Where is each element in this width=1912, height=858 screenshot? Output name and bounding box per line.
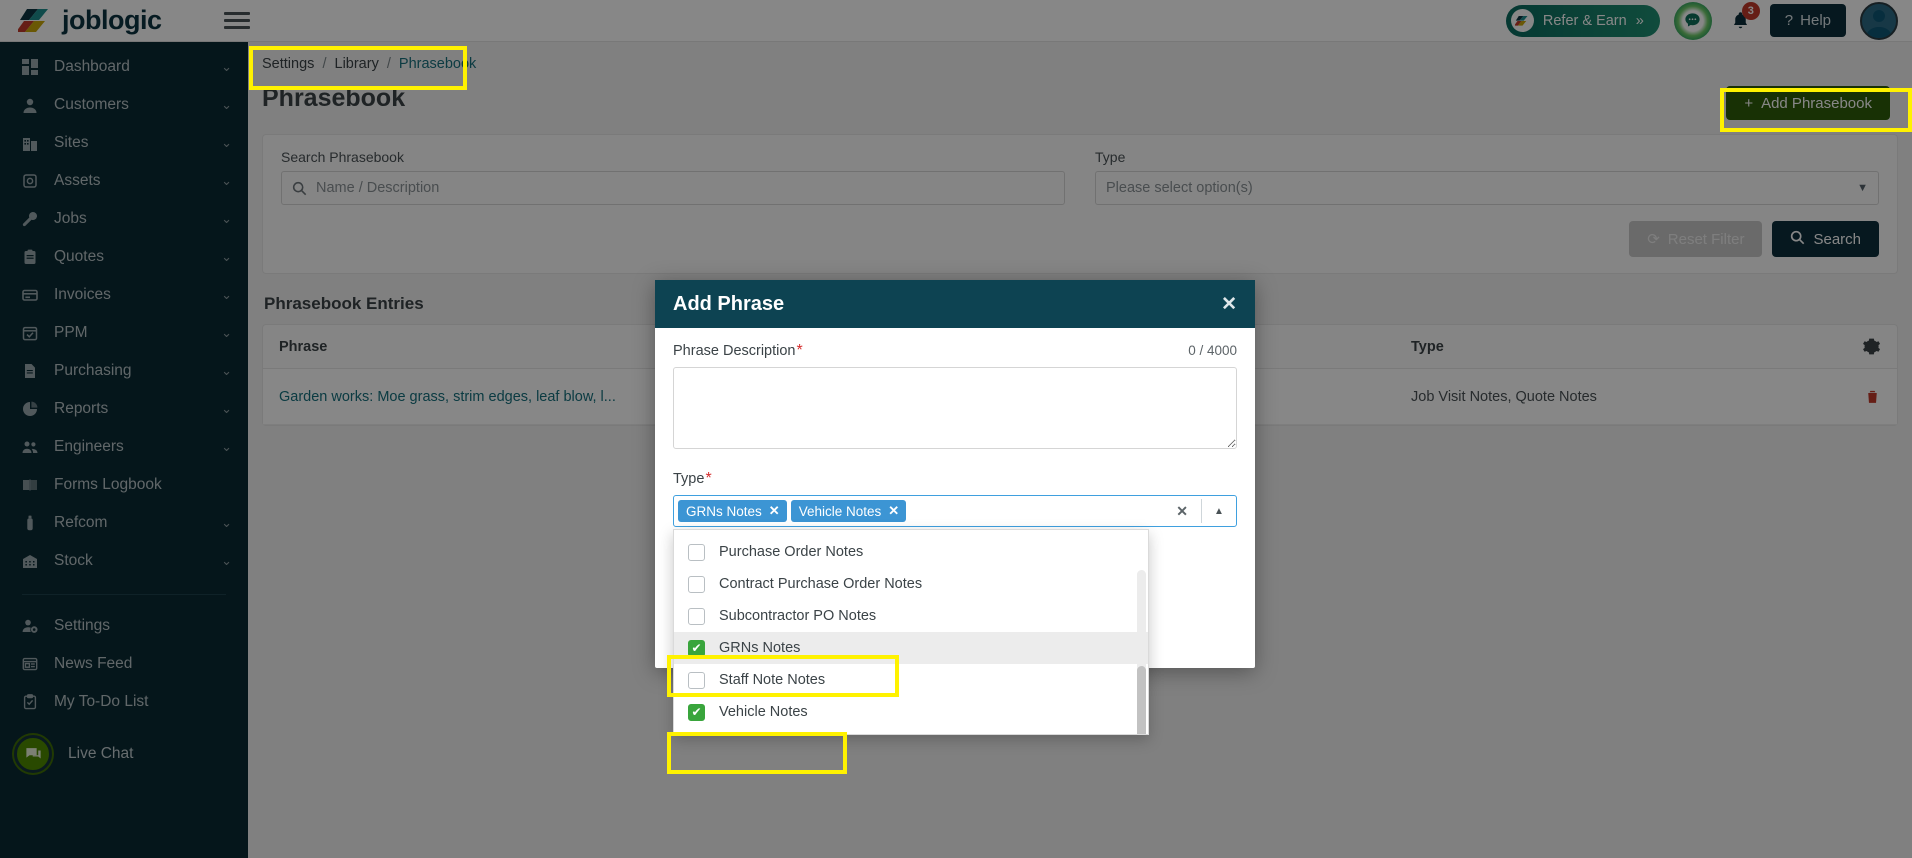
- type-multiselect: GRNs Notes ✕ Vehicle Notes ✕ ✕ ▲ Purchas…: [673, 495, 1237, 735]
- option-label: Contract Purchase Order Notes: [719, 576, 923, 592]
- add-phrase-modal: Add Phrase ✕ Phrase Description * 0 / 40…: [655, 280, 1255, 735]
- checkbox-checked-icon[interactable]: [688, 639, 705, 657]
- option-staff-note-notes[interactable]: Staff Note Notes: [674, 664, 1148, 696]
- chip-grns-notes: GRNs Notes ✕: [678, 500, 787, 522]
- type-label-row: Type *: [673, 470, 1237, 488]
- modal-header: Add Phrase ✕: [655, 280, 1255, 328]
- checkbox-icon[interactable]: [688, 671, 705, 689]
- type-options-dropdown: Purchase Order Notes Contract Purchase O…: [673, 529, 1149, 735]
- required-asterisk: *: [796, 342, 803, 359]
- option-label: GRNs Notes: [719, 640, 801, 656]
- option-contract-purchase-order-notes[interactable]: Contract Purchase Order Notes: [674, 568, 1148, 600]
- option-grns-notes[interactable]: GRNs Notes: [674, 632, 1148, 664]
- option-label: Subcontractor PO Notes: [719, 608, 877, 624]
- option-subcontractor-po-notes[interactable]: Subcontractor PO Notes: [674, 600, 1148, 632]
- dropdown-scrollbar[interactable]: [1137, 570, 1146, 734]
- option-label: Vehicle Notes: [719, 704, 808, 720]
- checkbox-icon[interactable]: [688, 607, 705, 625]
- option-vehicle-notes[interactable]: Vehicle Notes: [674, 696, 1148, 728]
- option-label: Purchase Order Notes: [719, 544, 864, 560]
- required-asterisk: *: [705, 470, 712, 487]
- chevron-up-icon[interactable]: ▲: [1206, 506, 1232, 517]
- chip-label: GRNs Notes: [686, 503, 762, 519]
- chip-remove-icon[interactable]: ✕: [769, 503, 780, 519]
- option-label: Staff Note Notes: [719, 672, 826, 688]
- dropdown-scrollbar-thumb[interactable]: [1137, 666, 1146, 734]
- checkbox-icon[interactable]: [688, 575, 705, 593]
- checkbox-checked-icon[interactable]: [688, 703, 705, 721]
- checkbox-icon[interactable]: [688, 543, 705, 561]
- option-purchase-order-notes[interactable]: Purchase Order Notes: [674, 536, 1148, 568]
- modal-title: Add Phrase: [673, 292, 785, 315]
- clear-all-icon[interactable]: ✕: [1167, 503, 1197, 520]
- modal-body: Phrase Description * 0 / 4000 Type * GRN…: [655, 328, 1255, 735]
- character-counter: 0 / 4000: [1188, 343, 1237, 358]
- chip-label: Vehicle Notes: [798, 503, 882, 519]
- close-icon[interactable]: ✕: [1221, 293, 1237, 316]
- modal-type-label: Type: [673, 471, 705, 487]
- phrase-description-textarea[interactable]: [673, 367, 1237, 449]
- type-multiselect-control[interactable]: GRNs Notes ✕ Vehicle Notes ✕ ✕ ▲: [673, 495, 1237, 527]
- control-divider: [1201, 499, 1202, 523]
- chip-remove-icon[interactable]: ✕: [888, 503, 899, 519]
- phrase-description-label: Phrase Description: [673, 343, 796, 359]
- type-multiselect-input[interactable]: [910, 503, 1164, 519]
- chip-vehicle-notes: Vehicle Notes ✕: [790, 500, 907, 522]
- phrase-description-label-row: Phrase Description * 0 / 4000: [673, 342, 1237, 360]
